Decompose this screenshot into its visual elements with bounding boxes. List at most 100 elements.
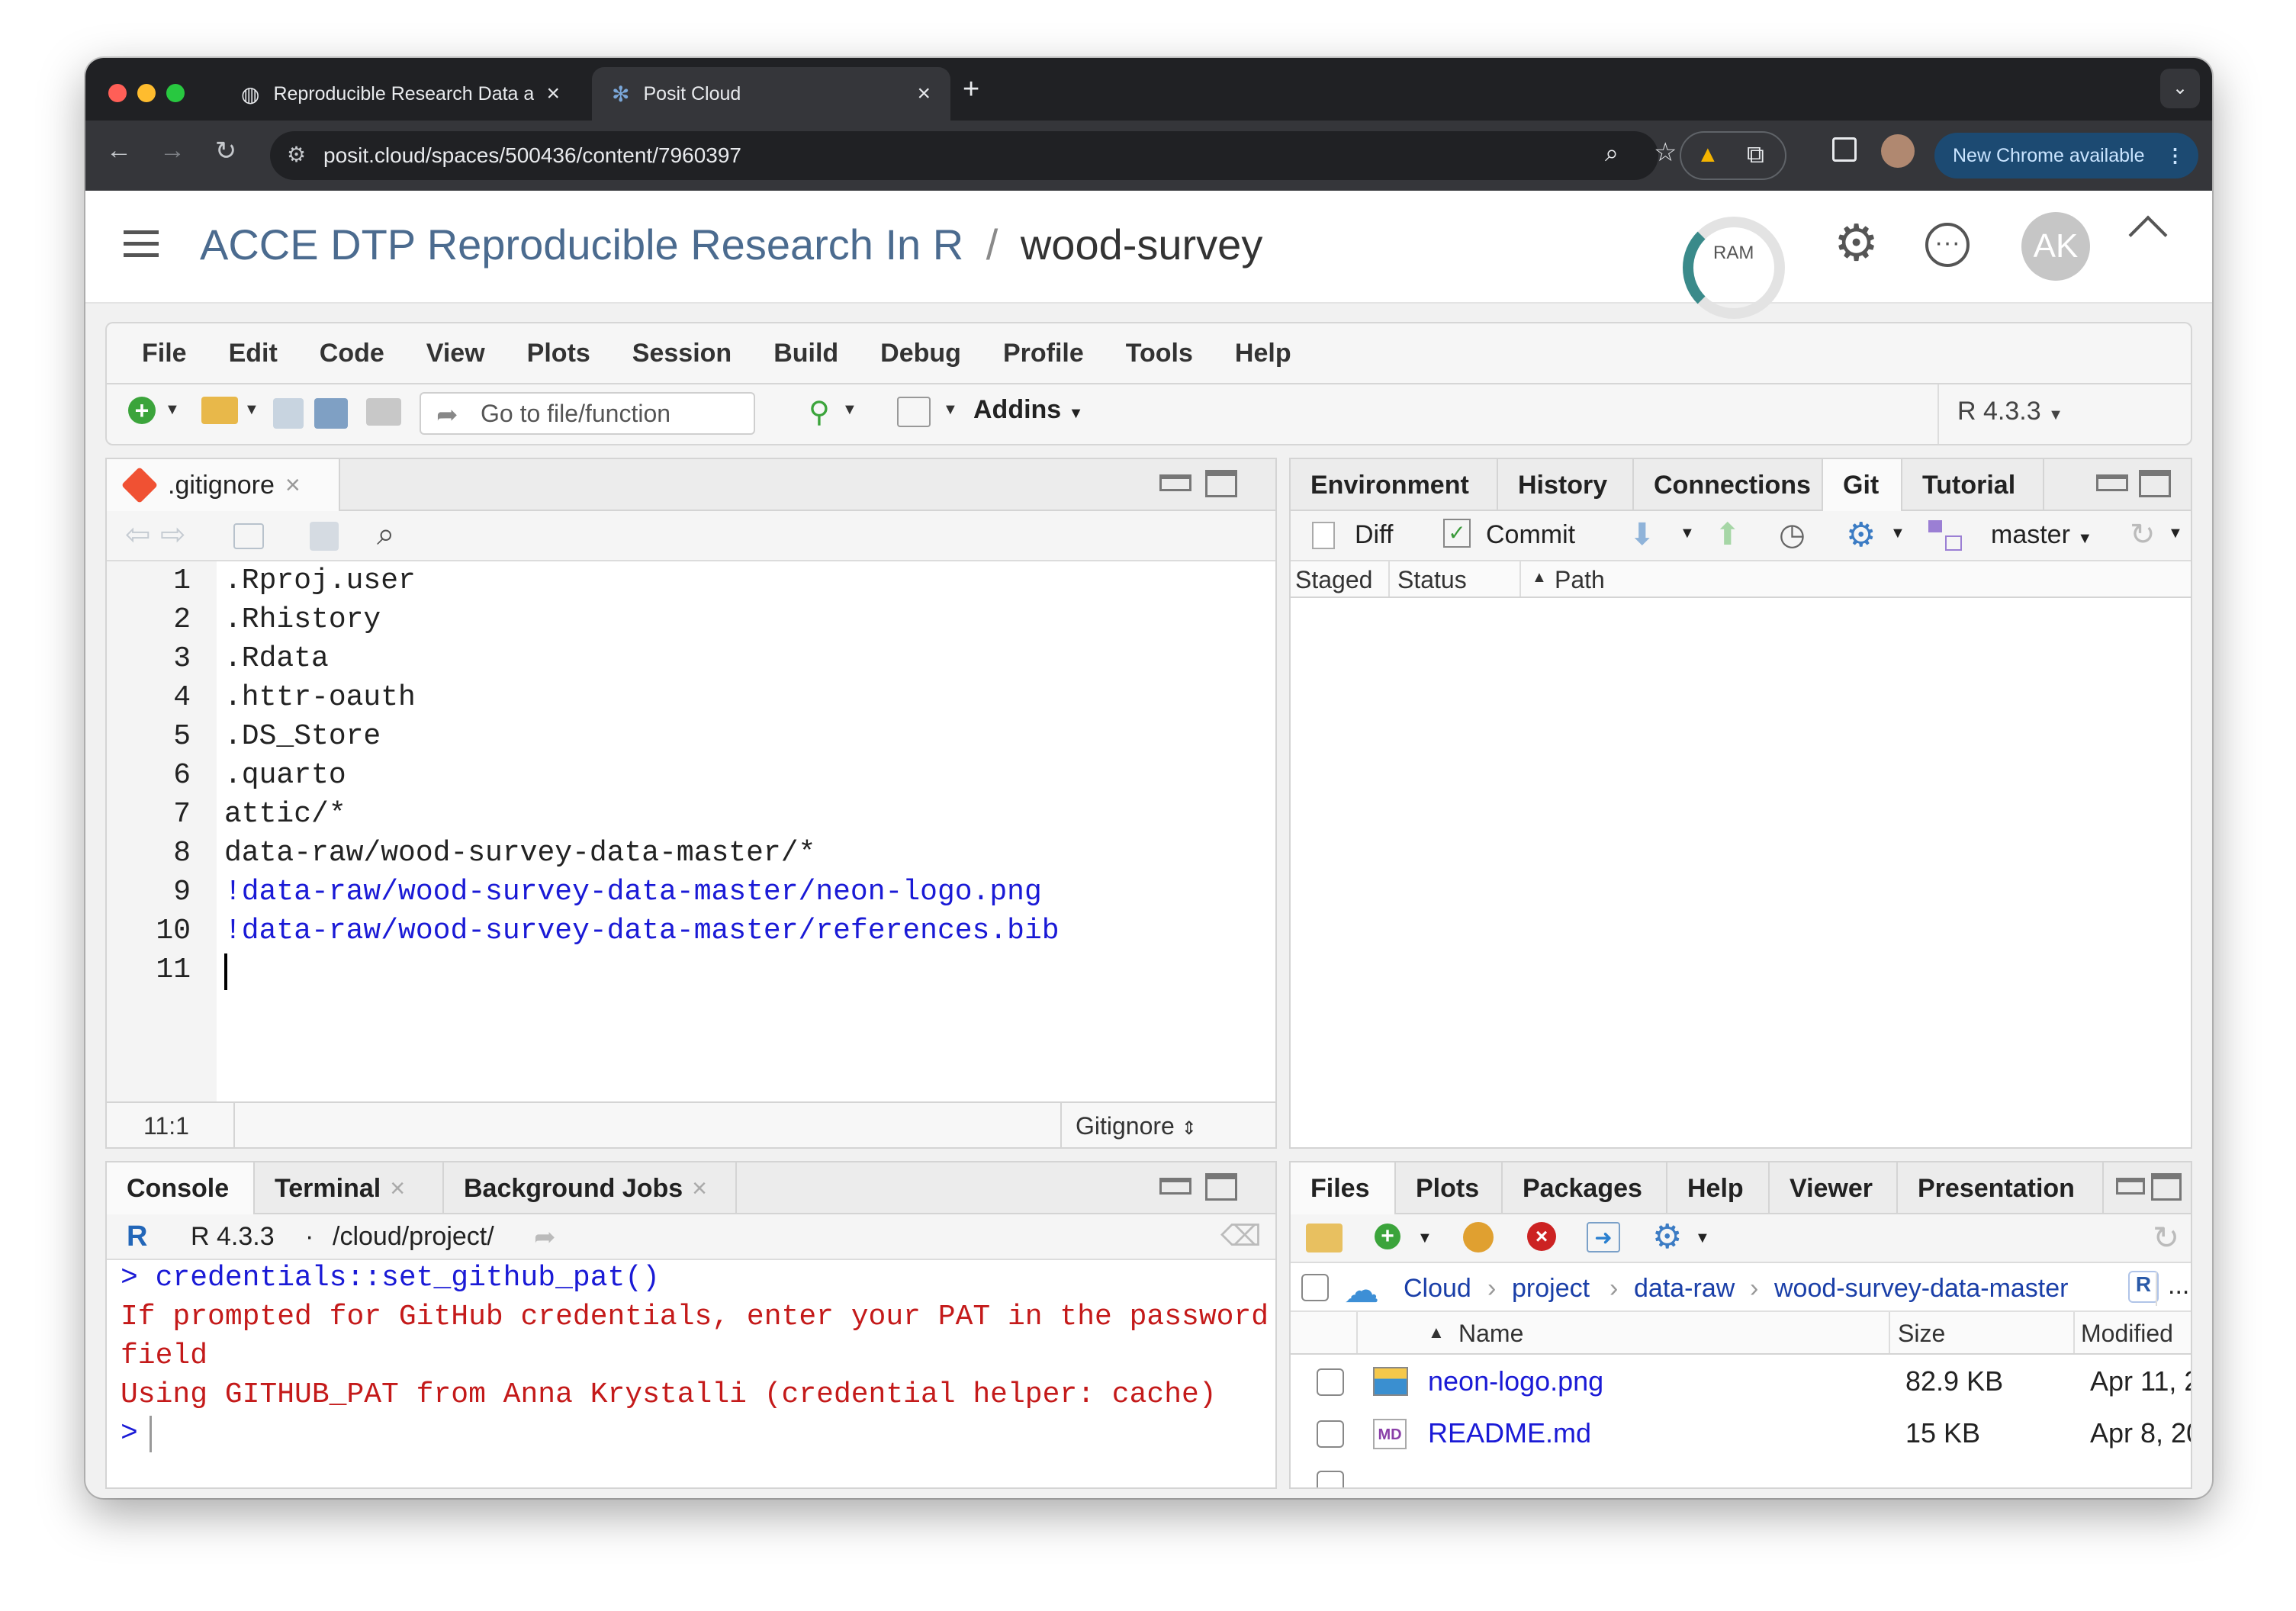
menu-debug[interactable]: Debug xyxy=(880,339,961,368)
tab-history[interactable]: History xyxy=(1498,459,1634,511)
file-checkbox[interactable] xyxy=(1317,1420,1344,1448)
file-checkbox[interactable] xyxy=(1317,1368,1344,1396)
menu-edit[interactable]: Edit xyxy=(229,339,278,368)
git-settings-gear-icon[interactable]: ⚙ xyxy=(1846,516,1876,555)
upload-icon[interactable] xyxy=(1463,1222,1494,1252)
menu-session[interactable]: Session xyxy=(632,339,732,368)
browser-tab-posit[interactable]: ✻ Posit Cloud × xyxy=(592,67,950,121)
show-in-window-icon[interactable] xyxy=(233,523,264,549)
tab-tutorial[interactable]: Tutorial xyxy=(1902,459,2044,511)
files-more-gear-icon[interactable]: ⚙ xyxy=(1652,1217,1682,1256)
new-chrome-available-button[interactable]: New Chrome available ⋮ xyxy=(1934,133,2198,178)
panes-dropdown-icon[interactable]: ▼ xyxy=(943,401,958,419)
save-icon[interactable] xyxy=(273,398,304,429)
workspace-panes-icon[interactable] xyxy=(897,397,931,427)
close-tab-icon[interactable]: × xyxy=(917,81,931,107)
maximize-pane-icon[interactable] xyxy=(1205,1173,1237,1201)
console-output[interactable]: > credentials::set_github_pat() If promp… xyxy=(107,1262,1275,1487)
rename-icon[interactable]: ➜ xyxy=(1587,1222,1620,1252)
menu-build[interactable]: Build xyxy=(773,339,838,368)
minimize-pane-icon[interactable] xyxy=(2116,1178,2145,1195)
r-version-selector[interactable]: R 4.3.3 ▼ xyxy=(1957,397,2063,426)
tab-terminal[interactable]: Terminal × xyxy=(255,1162,444,1214)
new-tab-button[interactable]: + xyxy=(963,73,979,106)
refresh-icon[interactable]: ↻ xyxy=(2130,517,2156,552)
close-tab-icon[interactable]: × xyxy=(692,1174,707,1204)
minimize-pane-icon[interactable] xyxy=(1159,1178,1191,1195)
maximize-pane-icon[interactable] xyxy=(2139,470,2171,497)
tab-viewer[interactable]: Viewer xyxy=(1770,1162,1898,1214)
maximize-pane-icon[interactable] xyxy=(1205,470,1237,497)
console-working-directory[interactable]: /cloud/project/ xyxy=(333,1222,494,1252)
minimize-pane-icon[interactable] xyxy=(2096,474,2128,491)
print-icon[interactable] xyxy=(366,398,401,426)
settings-gear-icon[interactable]: ⚙ xyxy=(1834,214,1879,272)
new-folder-icon[interactable] xyxy=(1306,1224,1343,1252)
open-dropdown-icon[interactable]: ▼ xyxy=(244,401,259,419)
new-file-icon[interactable]: + xyxy=(128,397,156,424)
kebab-menu-icon[interactable]: ⋮ xyxy=(2166,144,2185,167)
new-blank-file-icon[interactable]: + xyxy=(1375,1224,1400,1249)
history-clock-icon[interactable]: ◷ xyxy=(1779,517,1806,552)
breadcrumb-wood-survey-data-master[interactable]: wood-survey-data-master xyxy=(1774,1274,2068,1304)
column-status[interactable]: Status xyxy=(1397,566,1467,594)
menu-help[interactable]: Help xyxy=(1235,339,1291,368)
go-to-directory-icon[interactable]: ➦ xyxy=(534,1222,556,1252)
select-all-checkbox[interactable] xyxy=(1301,1274,1329,1301)
column-staged[interactable]: Staged xyxy=(1295,566,1372,594)
tab-plots[interactable]: Plots xyxy=(1396,1162,1503,1214)
column-name[interactable]: Name xyxy=(1458,1320,1523,1348)
file-row[interactable]: neon-logo.png 82.9 KB Apr 11, 202 xyxy=(1291,1356,2191,1408)
vcs-icon[interactable]: ⚲ xyxy=(809,395,830,429)
tab-files[interactable]: Files xyxy=(1291,1162,1396,1214)
branch-selector[interactable]: master ▼ xyxy=(1991,520,2092,550)
file-type-selector[interactable]: Gitignore ⇕ xyxy=(1076,1112,1197,1140)
space-link[interactable]: ACCE DTP Reproducible Research In R xyxy=(200,220,963,268)
file-checkbox-partial[interactable] xyxy=(1317,1471,1344,1487)
push-arrow-icon[interactable]: ⬆ xyxy=(1715,517,1741,552)
menu-profile[interactable]: Profile xyxy=(1003,339,1084,368)
file-name-link[interactable]: neon-logo.png xyxy=(1428,1365,1603,1397)
minimize-pane-icon[interactable] xyxy=(1159,474,1191,491)
file-name-link[interactable]: README.md xyxy=(1428,1417,1591,1449)
column-size[interactable]: Size xyxy=(1898,1320,1945,1348)
diff-button[interactable]: Diff xyxy=(1355,520,1393,550)
close-tab-icon[interactable]: × xyxy=(546,81,560,107)
menu-view[interactable]: View xyxy=(426,339,485,368)
commit-button[interactable]: Commit xyxy=(1486,520,1575,550)
breadcrumb-data-raw[interactable]: data-raw xyxy=(1634,1274,1735,1304)
tab-connections[interactable]: Connections xyxy=(1634,459,1823,511)
menu-file[interactable]: File xyxy=(142,339,187,368)
site-settings-icon[interactable]: ⚙ xyxy=(287,142,306,167)
hamburger-menu-icon[interactable] xyxy=(124,230,159,257)
more-path-button[interactable]: ... xyxy=(2168,1271,2189,1301)
menu-plots[interactable]: Plots xyxy=(527,339,590,368)
tab-help[interactable]: Help xyxy=(1667,1162,1770,1214)
ram-gauge[interactable]: RAM xyxy=(1683,217,1785,319)
browser-tab-research[interactable]: ◍ Reproducible Research Data a × xyxy=(221,67,580,121)
menu-tools[interactable]: Tools xyxy=(1126,339,1193,368)
forward-source-icon[interactable]: ⇨ xyxy=(160,517,186,552)
save-file-icon[interactable] xyxy=(310,522,339,551)
forward-arrow-icon[interactable]: → xyxy=(154,136,191,166)
more-options-icon[interactable]: ··· xyxy=(1925,223,1970,267)
bookmark-star-icon[interactable]: ☆ xyxy=(1654,137,1677,168)
breadcrumb-project[interactable]: project xyxy=(1512,1274,1590,1304)
side-panel-icon[interactable] xyxy=(1832,137,1857,162)
url-bar[interactable]: ⚙ posit.cloud/spaces/500436/content/7960… xyxy=(270,131,1677,180)
puzzle-extension-icon[interactable]: ⧉ xyxy=(1747,140,1764,169)
user-avatar[interactable]: AK xyxy=(2021,212,2090,281)
collapse-header-chevron-icon[interactable] xyxy=(2128,215,2168,255)
close-tab-icon[interactable]: × xyxy=(285,471,301,500)
delete-icon[interactable]: × xyxy=(1527,1222,1556,1251)
open-folder-icon[interactable] xyxy=(201,397,238,424)
file-row[interactable]: MD README.md 15 KB Apr 8, 2024 xyxy=(1291,1408,2191,1460)
reload-icon[interactable]: ↻ xyxy=(207,136,244,166)
refresh-dropdown-icon[interactable]: ▼ xyxy=(2168,525,2183,542)
new-branch-icon[interactable] xyxy=(1928,520,1962,551)
tab-console[interactable]: Console xyxy=(107,1162,255,1214)
tab-git[interactable]: Git xyxy=(1823,459,1902,511)
pull-arrow-icon[interactable]: ⬇ xyxy=(1629,517,1655,552)
pull-dropdown-icon[interactable]: ▼ xyxy=(1680,525,1695,542)
tab-background-jobs[interactable]: Background Jobs × xyxy=(444,1162,737,1214)
